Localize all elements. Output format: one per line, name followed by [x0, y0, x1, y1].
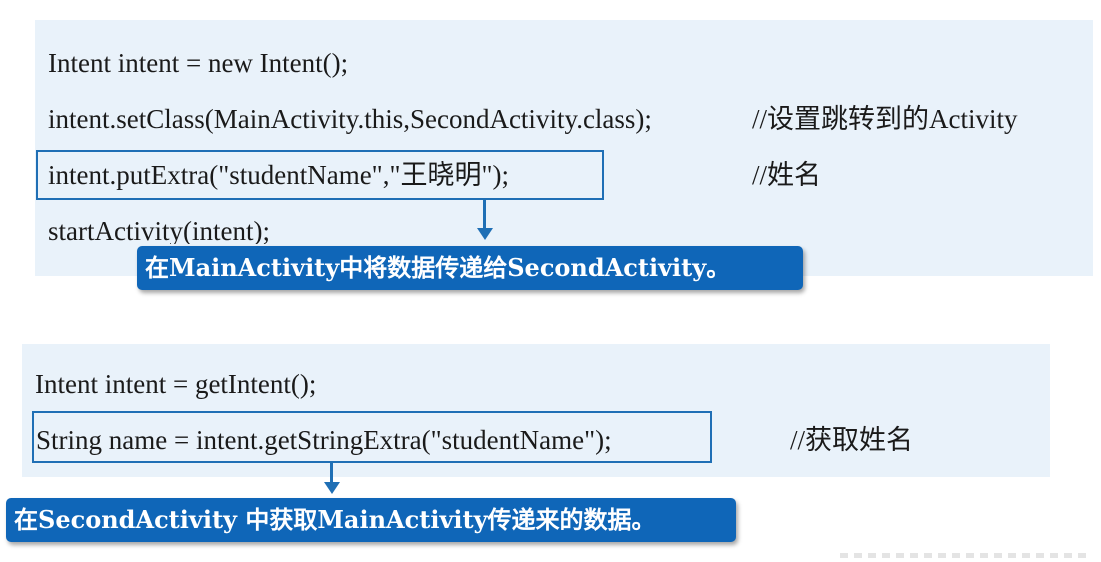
callout-get-data: 在SecondActivity 中获取MainActivity传递来的数据。	[6, 498, 736, 542]
arrow-head-2	[324, 482, 340, 494]
comment-put-extra: //姓名	[752, 160, 822, 190]
arrow-head-1	[477, 228, 493, 240]
callout-pass-data: 在MainActivity中将数据传递给SecondActivity。	[137, 246, 803, 290]
comment-get-extra: //获取姓名	[790, 425, 914, 455]
comment-set-class: //设置跳转到的Activity	[752, 104, 1018, 134]
code-line-get-string-extra: String name = intent.getStringExtra("stu…	[36, 425, 612, 455]
code-line-start-activity: startActivity(intent);	[48, 216, 270, 244]
arrow-line-1	[483, 200, 486, 228]
watermark-strip	[840, 553, 1090, 558]
arrow-line-2	[330, 463, 333, 483]
code-line-put-extra: intent.putExtra("studentName","王晓明");	[48, 160, 509, 190]
code-line-get-intent: Intent intent = getIntent();	[35, 369, 317, 399]
code-line-set-class: intent.setClass(MainActivity.this,Second…	[48, 104, 652, 134]
code-line-new-intent: Intent intent = new Intent();	[48, 48, 349, 78]
